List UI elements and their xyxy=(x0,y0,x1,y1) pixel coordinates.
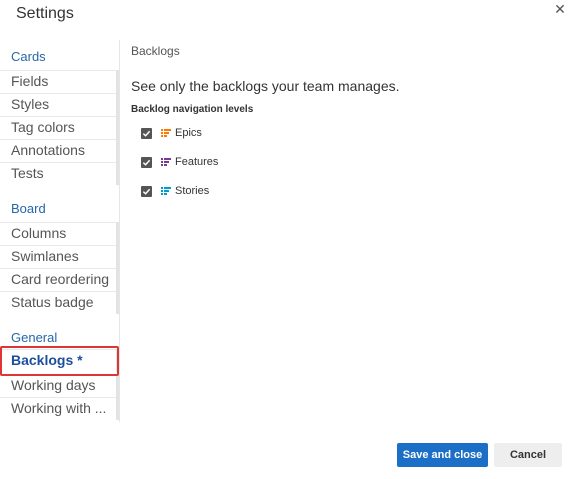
sidebar-item-fields[interactable]: Fields xyxy=(0,70,119,93)
backlog-epics-icon xyxy=(161,129,171,137)
sidebar-item-backlogs[interactable]: Backlogs * xyxy=(0,349,119,372)
sidebar-section-board: Board xyxy=(11,201,46,216)
level-row-stories: Stories xyxy=(141,183,209,199)
sidebar-section-general: General xyxy=(11,330,58,345)
sidebar-item-working-with[interactable]: Working with ... xyxy=(0,397,119,420)
sidebar-section-cards: Cards xyxy=(11,49,46,64)
settings-sidebar: Cards Fields Styles Tag colors Annotatio… xyxy=(0,40,120,422)
section-heading: Backlogs xyxy=(131,44,180,58)
features-label: Features xyxy=(175,156,219,168)
epics-checkbox[interactable] xyxy=(141,127,152,139)
sidebar-item-status-badge[interactable]: Status badge xyxy=(0,291,119,314)
sidebar-item-tag-colors[interactable]: Tag colors xyxy=(0,116,119,139)
features-checkbox[interactable] xyxy=(141,156,152,168)
cancel-button[interactable]: Cancel xyxy=(494,443,562,467)
section-description: See only the backlogs your team manages. xyxy=(131,78,400,94)
sidebar-item-columns[interactable]: Columns xyxy=(0,222,119,245)
sidebar-item-working-days[interactable]: Working days xyxy=(0,374,119,397)
sidebar-item-annotations[interactable]: Annotations xyxy=(0,139,119,162)
sidebar-item-tests[interactable]: Tests xyxy=(0,162,119,185)
backlog-features-icon xyxy=(161,158,171,166)
sidebar-item-styles[interactable]: Styles xyxy=(0,93,119,116)
level-row-features: Features xyxy=(141,154,218,170)
sidebar-item-swimlanes[interactable]: Swimlanes xyxy=(0,245,119,268)
backlog-stories-icon xyxy=(161,187,171,195)
dialog-title: Settings xyxy=(16,5,74,22)
stories-label: Stories xyxy=(175,185,210,197)
stories-checkbox[interactable] xyxy=(141,185,152,197)
level-row-epics: Epics xyxy=(141,125,202,141)
levels-subheading: Backlog navigation levels xyxy=(131,104,254,115)
save-and-close-button[interactable]: Save and close xyxy=(397,443,488,467)
close-icon[interactable]: ✕ xyxy=(553,2,567,16)
sidebar-item-card-reordering[interactable]: Card reordering xyxy=(0,268,119,291)
epics-label: Epics xyxy=(175,127,202,139)
